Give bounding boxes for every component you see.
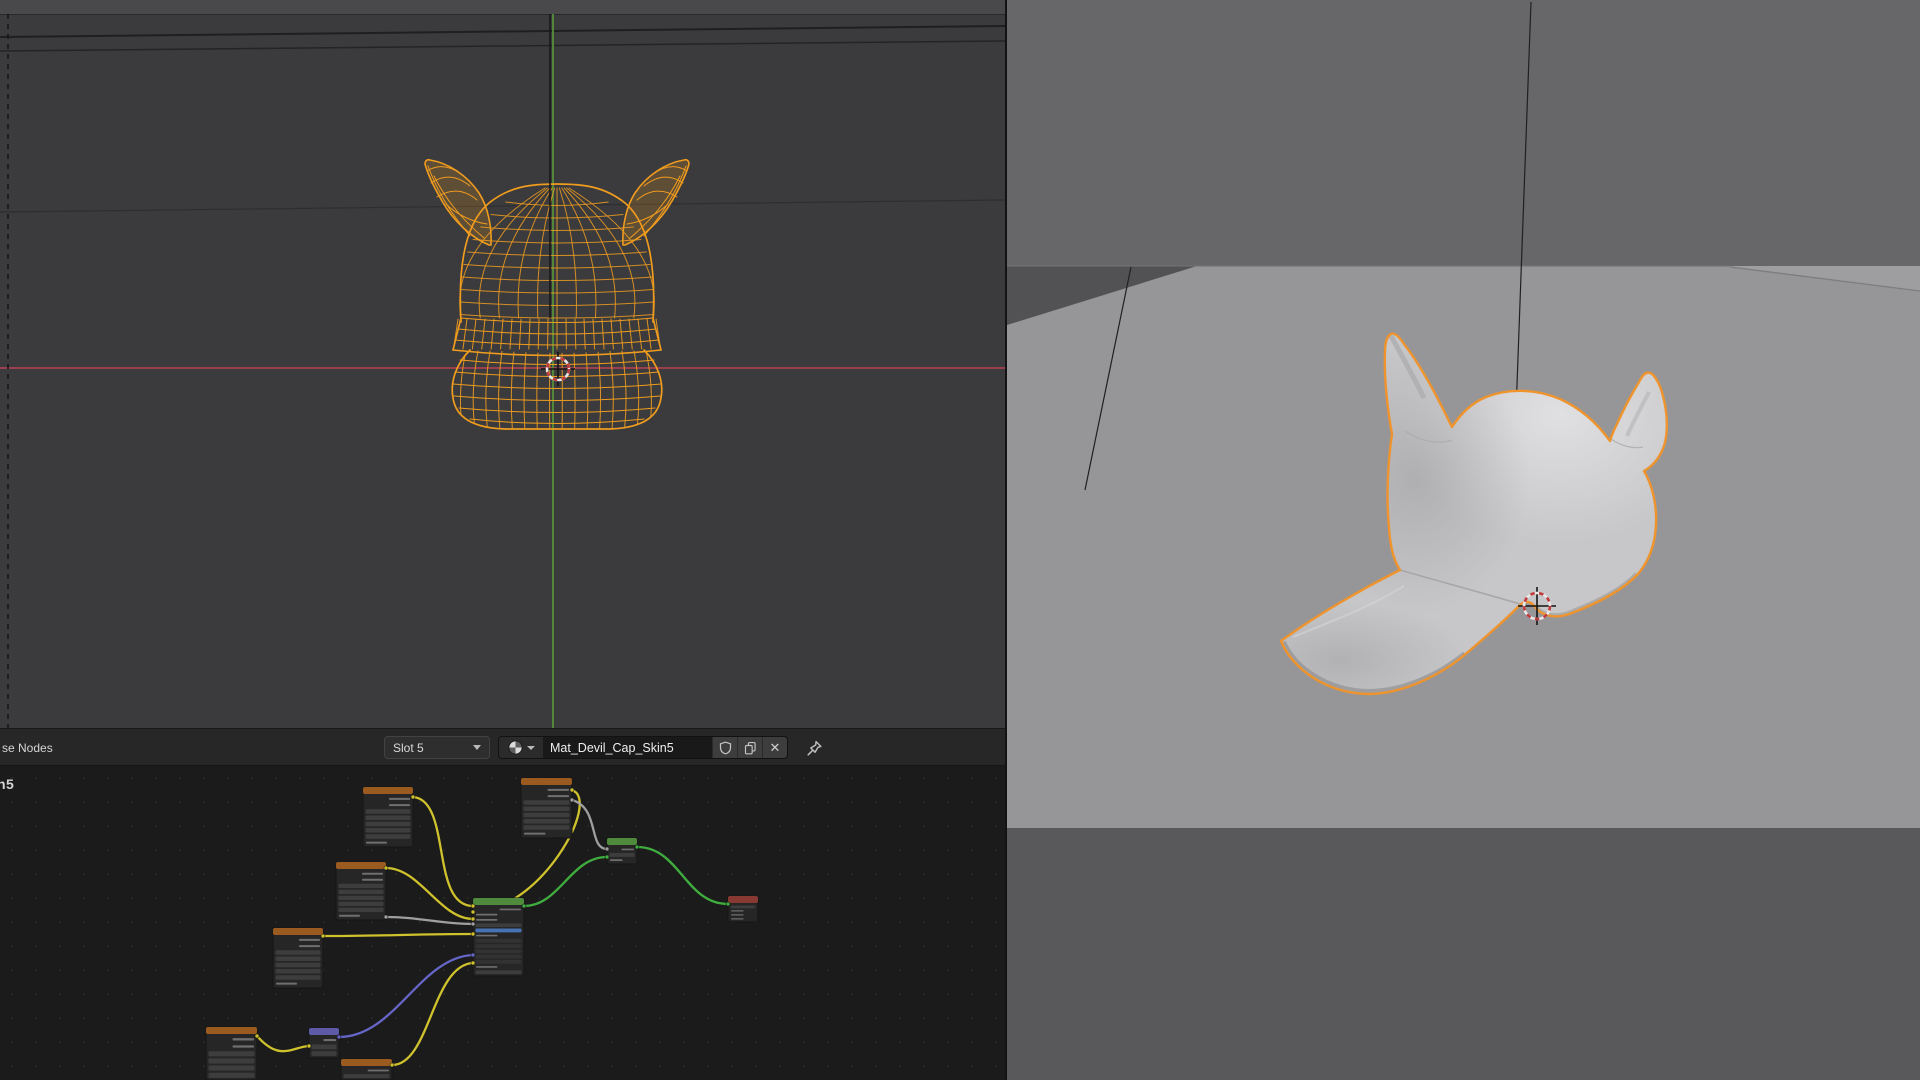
node-header [206,1027,257,1034]
chevron-down-icon [473,745,481,750]
slot-label: Slot 5 [393,740,424,755]
node-wire [571,798,608,851]
node-header [473,898,524,905]
node-wire [412,795,474,908]
floor-edge-area [1007,828,1920,1080]
shader-node-normalmap[interactable] [308,1027,340,1059]
node-header [363,787,413,794]
shader-node-texB[interactable] [520,777,573,839]
pin-button[interactable] [803,737,825,759]
shader-node-texH[interactable] [205,1026,258,1080]
shader-node-editor[interactable]: n5 [0,766,1005,1080]
material-sphere-icon [508,740,523,755]
node-header [309,1028,339,1035]
unlink-material-button[interactable]: ✕ [762,737,787,758]
node-wire [385,915,474,926]
node-wire [385,866,474,921]
node-wire [256,1035,310,1053]
material-browse-button[interactable] [499,737,543,758]
pin-icon [806,740,822,756]
backdrop-wall [1007,0,1920,266]
blender-window: se Nodes Slot 5 Mat_Devil_Cap_Skin5 ✕ n5 [0,0,1920,1080]
viewport-background [0,0,1005,728]
node-header [521,778,572,785]
chevron-down-icon [527,745,535,750]
shader-node-texF[interactable] [335,861,387,921]
node-editor-header: se Nodes Slot 5 Mat_Devil_Cap_Skin5 ✕ [0,728,1005,766]
material-name-field[interactable]: Mat_Devil_Cap_Skin5 [543,737,712,758]
shader-node-texG[interactable] [272,927,324,989]
shader-node-texA[interactable] [362,786,414,848]
node-header [336,862,386,869]
node-header [273,928,323,935]
viewport-top-strip [0,0,1005,14]
node-header [341,1059,392,1066]
node-wire [636,845,729,906]
solid-viewport[interactable] [1005,0,1920,1080]
shader-node-principled[interactable] [472,897,525,977]
node-header [607,838,637,845]
fake-user-button[interactable] [712,737,737,758]
node-wire [338,953,474,1039]
material-overlay-label: n5 [0,776,15,792]
shader-node-texJ[interactable] [340,1058,393,1080]
shader-node-mixshader[interactable] [606,837,638,865]
use-nodes-label[interactable]: se Nodes [2,729,53,767]
wireframe-viewport[interactable] [0,0,1005,728]
duplicate-icon [744,741,756,754]
duplicate-material-button[interactable] [737,737,762,758]
fake-user-shield-icon [719,741,731,754]
node-wire [322,932,474,938]
material-selector: Mat_Devil_Cap_Skin5 ✕ [498,736,788,759]
unlink-x-icon: ✕ [769,739,781,755]
shader-node-output[interactable] [727,895,759,923]
node-header [728,896,758,903]
node-wire [391,961,474,1067]
material-slot-dropdown[interactable]: Slot 5 [384,736,490,759]
